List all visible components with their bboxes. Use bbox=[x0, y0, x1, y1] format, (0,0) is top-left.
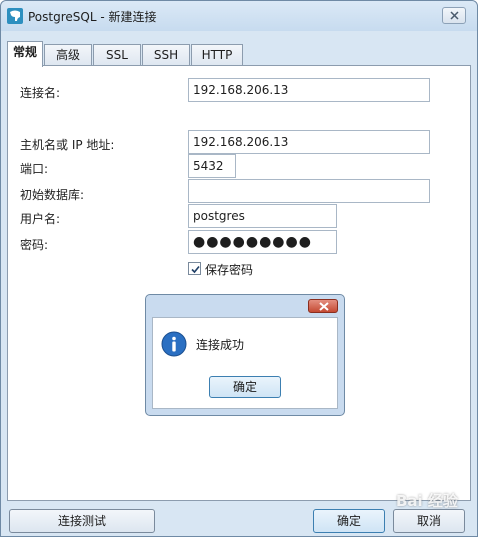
dialog-close-button[interactable] bbox=[308, 299, 338, 313]
test-connection-button[interactable]: 连接测试 bbox=[9, 509, 155, 533]
password-input[interactable]: ●●●●●●●●● bbox=[188, 230, 337, 254]
save-password-checkbox[interactable] bbox=[188, 262, 201, 275]
connection-name-input[interactable]: 192.168.206.13 bbox=[188, 78, 430, 102]
initial-database-input[interactable] bbox=[188, 179, 430, 203]
window-title: PostgreSQL - 新建连接 bbox=[28, 10, 157, 24]
info-icon bbox=[161, 331, 187, 357]
watermark: Bai 经验 bbox=[396, 492, 458, 510]
username-input[interactable]: postgres bbox=[188, 204, 337, 228]
password-label: 密码: bbox=[20, 238, 49, 252]
message-dialog: 连接成功 确定 bbox=[145, 294, 345, 416]
host-label: 主机名或 IP 地址: bbox=[20, 138, 115, 152]
dialog-message: 连接成功 bbox=[196, 338, 245, 352]
tab-bar: 常规 高级 SSL SSH HTTP bbox=[7, 41, 471, 67]
checkmark-icon bbox=[191, 265, 200, 274]
port-input[interactable]: 5432 bbox=[188, 154, 236, 178]
title-bar: PostgreSQL - 新建连接 bbox=[1, 1, 477, 31]
dialog-body: 连接成功 确定 bbox=[152, 317, 338, 409]
window-close-button[interactable] bbox=[442, 7, 466, 24]
general-panel: 连接名: 192.168.206.13 主机名或 IP 地址: 192.168.… bbox=[7, 65, 471, 501]
username-label: 用户名: bbox=[20, 212, 61, 226]
tab-ssl[interactable]: SSL bbox=[93, 44, 141, 66]
close-icon bbox=[450, 11, 459, 20]
tab-http[interactable]: HTTP bbox=[191, 44, 243, 66]
connection-window: PostgreSQL - 新建连接 常规 高级 SSL SSH HTTP 连接名… bbox=[0, 0, 478, 537]
ok-button[interactable]: 确定 bbox=[313, 509, 385, 533]
cancel-button[interactable]: 取消 bbox=[393, 509, 465, 533]
tab-general[interactable]: 常规 bbox=[7, 41, 43, 67]
initial-database-label: 初始数据库: bbox=[20, 188, 85, 202]
port-label: 端口: bbox=[20, 162, 49, 176]
connection-name-label: 连接名: bbox=[20, 86, 61, 100]
tab-ssh[interactable]: SSH bbox=[142, 44, 190, 66]
elephant-icon bbox=[7, 8, 23, 24]
save-password-label: 保存密码 bbox=[205, 263, 254, 277]
close-icon bbox=[319, 302, 329, 311]
dialog-ok-button[interactable]: 确定 bbox=[209, 376, 281, 398]
host-input[interactable]: 192.168.206.13 bbox=[188, 130, 430, 154]
tab-advanced[interactable]: 高级 bbox=[44, 44, 92, 66]
